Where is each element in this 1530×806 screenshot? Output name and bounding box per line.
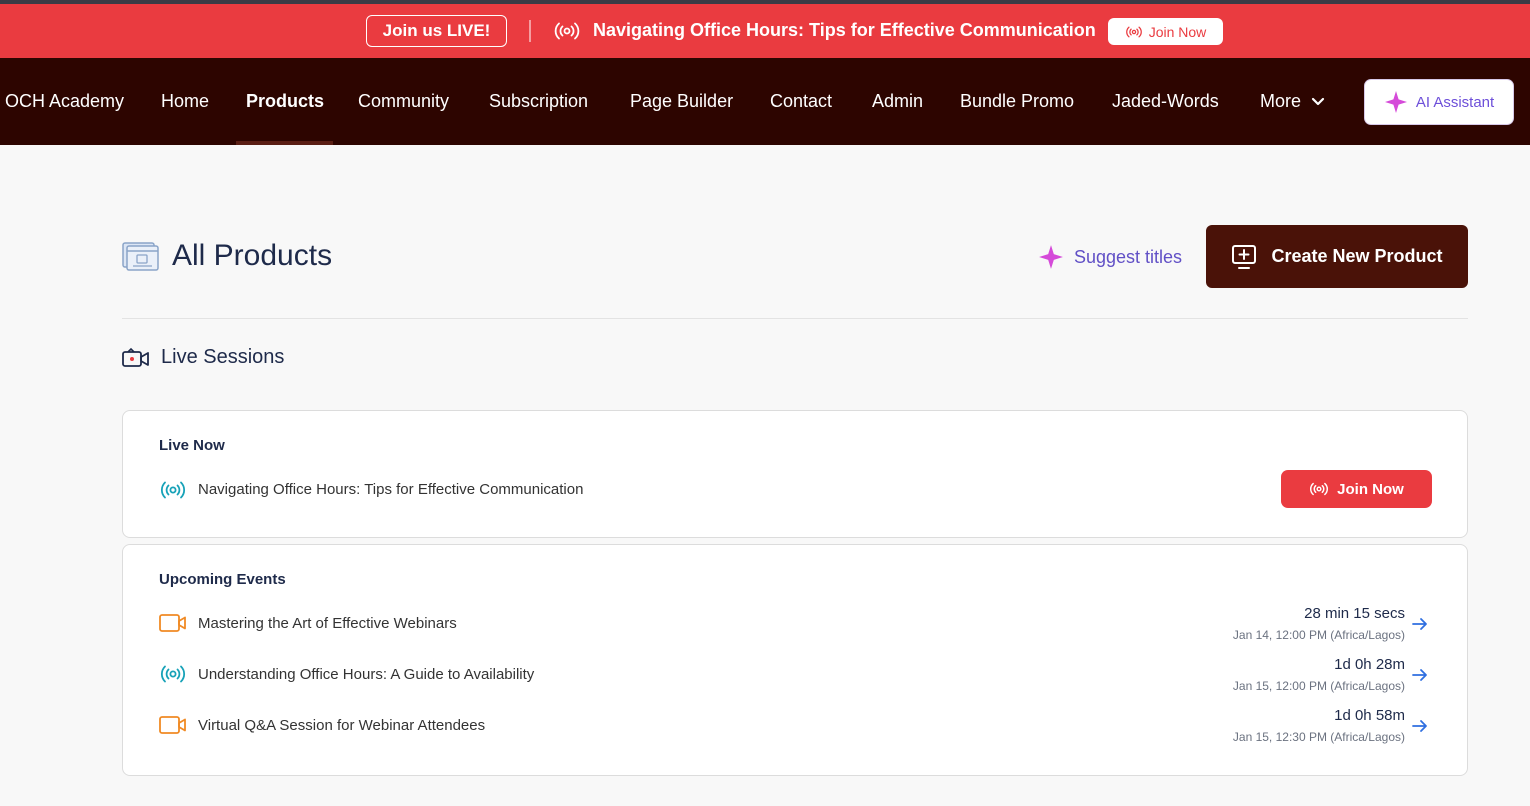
event-countdown: 1d 0h 58m [1334, 707, 1405, 724]
nav-item-subscription[interactable]: Subscription [489, 91, 588, 112]
arrow-right-icon[interactable] [1411, 668, 1429, 682]
upcoming-events-card: Upcoming Events Mastering the Art of Eff… [122, 544, 1468, 776]
banner-session-title: Navigating Office Hours: Tips for Effect… [593, 20, 1096, 40]
live-now-card: Live Now Navigating Office Hours: Tips f… [122, 410, 1468, 538]
live-join-now-button[interactable]: Join Now [1281, 470, 1432, 508]
nav-item-admin[interactable]: Admin [872, 91, 923, 112]
sparkle-icon [1039, 245, 1063, 269]
event-datetime: Jan 14, 12:00 PM (Africa/Lagos) [1232, 628, 1405, 642]
live-session-title[interactable]: Navigating Office Hours: Tips for Effect… [198, 481, 583, 498]
live-now-heading: Live Now [159, 437, 225, 454]
video-icon [159, 614, 186, 632]
banner-join-now-button[interactable]: Join Now [1108, 18, 1223, 45]
arrow-right-icon[interactable] [1411, 617, 1429, 631]
video-camera-icon [122, 347, 149, 367]
products-icon [122, 242, 159, 271]
suggest-titles-button[interactable]: Suggest titles [1038, 244, 1182, 270]
nav-item-jaded-words[interactable]: Jaded-Words [1112, 91, 1219, 112]
suggest-titles-label: Suggest titles [1074, 246, 1183, 267]
main-nav: OCH Academy Home Products Community Subs… [0, 58, 1530, 145]
banner-divider [529, 20, 531, 42]
event-datetime: Jan 15, 12:30 PM (Africa/Lagos) [1232, 730, 1405, 744]
nav-more-label: More [1260, 91, 1302, 111]
nav-item-products[interactable]: Products [246, 91, 324, 112]
nav-brand-och-academy[interactable]: OCH Academy [5, 91, 124, 112]
broadcast-icon [554, 22, 580, 40]
create-new-product-label: Create New Product [1271, 246, 1443, 266]
chevron-down-icon [1311, 97, 1325, 105]
event-datetime: Jan 15, 12:00 PM (Africa/Lagos) [1232, 679, 1405, 693]
live-banner: Join us LIVE! Navigating Office Hours: T… [0, 4, 1530, 58]
event-countdown: 1d 0h 28m [1334, 656, 1405, 673]
sparkle-icon [1384, 91, 1407, 113]
broadcast-icon [161, 481, 185, 499]
page-title: All Products [172, 239, 333, 272]
live-sessions-title: Live Sessions [161, 346, 285, 368]
nav-item-home[interactable]: Home [161, 91, 209, 112]
header-divider [122, 318, 1468, 319]
nav-item-contact[interactable]: Contact [770, 91, 832, 112]
nav-item-bundle-promo[interactable]: Bundle Promo [960, 91, 1074, 112]
event-title[interactable]: Understanding Office Hours: A Guide to A… [198, 666, 534, 683]
live-join-now-label: Join Now [1337, 480, 1404, 498]
nav-item-community[interactable]: Community [358, 91, 449, 112]
ai-assistant-button[interactable]: AI Assistant [1364, 79, 1514, 125]
event-countdown: 28 min 15 secs [1304, 605, 1405, 622]
create-new-product-button[interactable]: Create New Product [1206, 225, 1468, 288]
nav-item-more[interactable]: More [1260, 91, 1325, 112]
broadcast-icon [1125, 26, 1142, 37]
join-us-live-button[interactable]: Join us LIVE! [366, 15, 507, 47]
nav-item-page-builder[interactable]: Page Builder [630, 91, 733, 112]
nav-active-indicator [236, 141, 333, 145]
arrow-right-icon[interactable] [1411, 719, 1429, 733]
event-title[interactable]: Mastering the Art of Effective Webinars [198, 615, 457, 632]
event-title[interactable]: Virtual Q&A Session for Webinar Attendee… [198, 717, 485, 734]
video-icon [159, 716, 186, 734]
banner-join-now-label: Join Now [1148, 23, 1207, 40]
ai-assistant-label: AI Assistant [1415, 93, 1495, 111]
broadcast-icon [1310, 482, 1329, 496]
add-product-icon [1232, 244, 1257, 269]
broadcast-icon [161, 665, 185, 683]
upcoming-events-heading: Upcoming Events [159, 571, 286, 588]
